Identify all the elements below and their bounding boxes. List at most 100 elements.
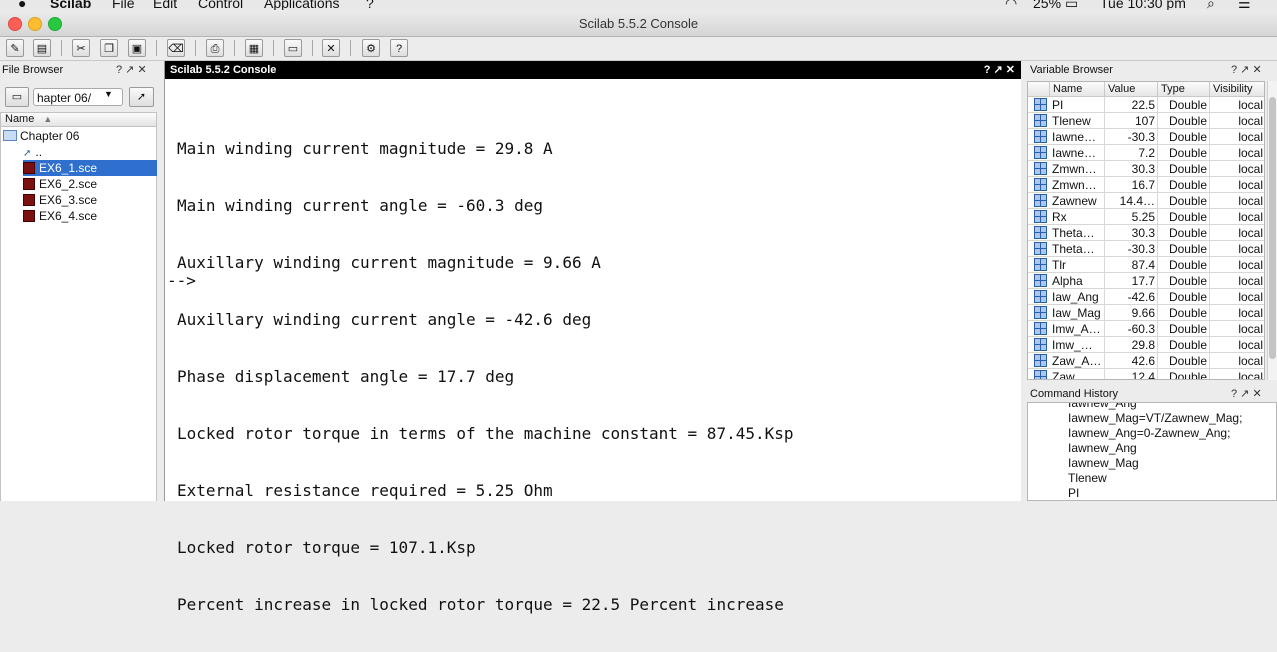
variable-visibility: local	[1210, 241, 1264, 257]
column-header-type[interactable]: Type	[1158, 82, 1210, 97]
variable-value: -60.3	[1105, 321, 1158, 337]
matrix-icon	[1034, 354, 1047, 367]
file-item[interactable]: EX6_4.sce	[23, 208, 97, 224]
variable-type: Double	[1158, 177, 1210, 193]
preferences-icon[interactable]: ▦	[245, 39, 263, 57]
history-entry[interactable]: Iawnew_Ang=0-Zawnew_Ang;	[1068, 426, 1230, 441]
paste-icon[interactable]: ▣	[128, 39, 146, 57]
notification-center-icon[interactable]: ☰	[1238, 0, 1251, 10]
column-header-name[interactable]: Name	[1050, 82, 1105, 97]
parent-folder-icon[interactable]: ▭	[5, 87, 29, 107]
variable-row[interactable]: Zmwn… 30.3 Double local	[1028, 161, 1264, 177]
variable-row[interactable]: Zmwn… 16.7 Double local	[1028, 177, 1264, 193]
folder-item[interactable]: Chapter 06	[3, 128, 79, 144]
variable-value: 14.4…	[1105, 193, 1158, 209]
history-entry[interactable]: Iawnew_Ang	[1068, 441, 1137, 456]
variable-value: 16.7	[1105, 177, 1158, 193]
mac-menubar: ● Scilab File Edit Control Applications …	[0, 0, 1277, 10]
variable-row[interactable]: PI 22.5 Double local	[1028, 97, 1264, 113]
sce-file-icon	[23, 178, 35, 190]
variable-row[interactable]: Theta… 30.3 Double local	[1028, 225, 1264, 241]
variable-type: Double	[1158, 129, 1210, 145]
column-header-visibility[interactable]: Visibility	[1210, 82, 1264, 97]
panel-buttons[interactable]: ? ↗ ✕	[1231, 61, 1262, 79]
icon-column-header[interactable]	[1028, 82, 1050, 97]
variable-visibility: local	[1210, 97, 1264, 113]
menubar-clock[interactable]: Tue 10:30 pm	[1100, 0, 1186, 10]
vertical-scrollbar[interactable]	[1267, 81, 1277, 380]
variable-row[interactable]: Imw_A… -60.3 Double local	[1028, 321, 1264, 337]
help-icon[interactable]: ?	[390, 39, 408, 57]
clear-console-icon[interactable]: ⌫	[167, 39, 185, 57]
variable-row[interactable]: Zaw… 12.4 Double local	[1028, 369, 1264, 379]
menu-help[interactable]: ?	[366, 0, 374, 10]
print-icon[interactable]: ⎙	[206, 39, 224, 57]
path-value: hapter 06/	[37, 91, 92, 105]
wifi-icon[interactable]: ◠	[1005, 0, 1017, 10]
apple-icon[interactable]: ●	[18, 0, 26, 10]
variable-row[interactable]: Iaw_Ang -42.6 Double local	[1028, 289, 1264, 305]
variable-name: Imw_…	[1050, 337, 1105, 353]
history-entry[interactable]: PI	[1068, 486, 1079, 500]
toolbar-separator	[312, 40, 313, 56]
variable-row[interactable]: Imw_… 29.8 Double local	[1028, 337, 1264, 353]
variable-row[interactable]: Zaw_A… 42.6 Double local	[1028, 353, 1264, 369]
scrollbar-thumb[interactable]	[1269, 97, 1276, 359]
xcos-icon[interactable]: ▭	[284, 39, 302, 57]
menu-file[interactable]: File	[112, 0, 135, 10]
variable-row[interactable]: Iaw_Mag 9.66 Double local	[1028, 305, 1264, 321]
history-entry[interactable]: Iawnew_Mag=VT/Zawnew_Mag;	[1068, 411, 1242, 426]
variable-name: Iawne…	[1050, 145, 1105, 161]
history-entry[interactable]: Tlenew	[1068, 471, 1107, 486]
variable-row[interactable]: Tlenew 107 Double local	[1028, 113, 1264, 129]
menu-edit[interactable]: Edit	[153, 0, 177, 10]
variable-row[interactable]: Zawnew 14.4… Double local	[1028, 193, 1264, 209]
copy-icon[interactable]: ❐	[100, 39, 118, 57]
output-line: Phase displacement angle = 17.7 deg	[177, 367, 515, 386]
variable-value: 30.3	[1105, 161, 1158, 177]
output-line: Main winding current magnitude = 29.8 A	[177, 139, 553, 158]
file-item-selected[interactable]: EX6_1.sce	[23, 160, 157, 176]
variable-row[interactable]: Iawne… -30.3 Double local	[1028, 129, 1264, 145]
file-item[interactable]: EX6_3.sce	[23, 192, 97, 208]
variable-name: Zmwn…	[1050, 177, 1105, 193]
variable-row[interactable]: Rx 5.25 Double local	[1028, 209, 1264, 225]
variable-row[interactable]: Iawne… 7.2 Double local	[1028, 145, 1264, 161]
panel-buttons[interactable]: ? ↗ ✕	[116, 61, 147, 79]
matrix-icon	[1034, 162, 1047, 175]
panel-buttons[interactable]: ? ↗ ✕	[984, 61, 1015, 79]
open-scinotes-icon[interactable]: ✎	[6, 39, 24, 57]
variable-row[interactable]: Tlr 87.4 Double local	[1028, 257, 1264, 273]
output-line: Percent increase in locked rotor torque …	[177, 595, 784, 614]
variable-browser-panel: Variable Browser ? ↗ ✕ Name Value Type V…	[1025, 61, 1277, 380]
history-entry[interactable]: Iawnew_Mag	[1068, 456, 1139, 471]
variable-row[interactable]: Alpha 17.7 Double local	[1028, 273, 1264, 289]
variable-visibility: local	[1210, 273, 1264, 289]
file-item[interactable]: EX6_2.sce	[23, 176, 97, 192]
variable-row[interactable]: Theta… -30.3 Double local	[1028, 241, 1264, 257]
matrix-icon	[1034, 98, 1047, 111]
name-column-header[interactable]: Name ▲	[0, 112, 157, 127]
parent-item[interactable]: ➚..	[23, 144, 42, 160]
open-file-icon[interactable]: ▤	[33, 39, 51, 57]
module-manager-icon[interactable]: ✕	[322, 39, 340, 57]
variable-type: Double	[1158, 209, 1210, 225]
demos-gear-icon[interactable]: ⚙	[362, 39, 380, 57]
name-column-label: Name	[5, 113, 35, 125]
variable-type: Double	[1158, 305, 1210, 321]
console-panel[interactable]: Scilab 5.5.2 Console ? ↗ ✕ Main winding …	[164, 61, 1021, 614]
variable-value: 30.3	[1105, 225, 1158, 241]
column-header-value[interactable]: Value	[1105, 82, 1158, 97]
spotlight-icon[interactable]: ⌕	[1207, 0, 1215, 10]
menu-app-name[interactable]: Scilab	[50, 0, 91, 10]
chevron-down-icon[interactable]: ▼	[104, 89, 113, 99]
menu-control[interactable]: Control	[198, 0, 243, 10]
menu-applications[interactable]: Applications	[264, 0, 340, 10]
change-directory-icon[interactable]: ➚	[129, 87, 154, 107]
variable-value: 42.6	[1105, 353, 1158, 369]
battery-icon[interactable]: ▭	[1065, 0, 1078, 10]
panel-buttons[interactable]: ? ↗ ✕	[1231, 385, 1262, 403]
history-entry[interactable]: Iawnew_Ang	[1068, 403, 1137, 411]
cut-icon[interactable]: ✂	[72, 39, 90, 57]
console-prompt[interactable]: -->	[167, 271, 196, 290]
